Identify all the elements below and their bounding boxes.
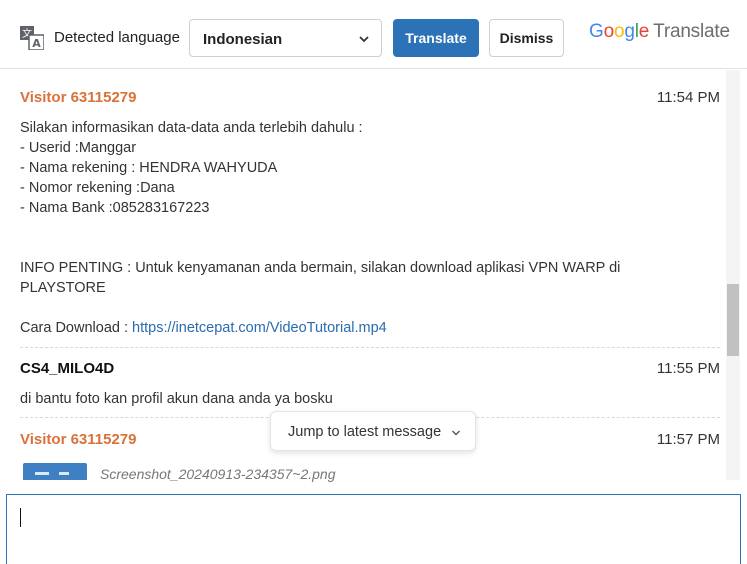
message-line: Silakan informasikan data-data anda terl… [20, 120, 363, 136]
language-select-value: Indonesian [203, 31, 283, 48]
message-line: - Nama rekening : HENDRA WAHYUDA [20, 160, 278, 176]
svg-text:A: A [32, 37, 41, 50]
message-time: 11:57 PM [656, 431, 720, 448]
attachment-thumbnail[interactable] [23, 463, 87, 480]
chat-scrollbar[interactable] [726, 70, 740, 480]
text-caret [20, 508, 21, 527]
message-line: PLAYSTORE [20, 280, 106, 296]
jump-to-latest-button[interactable]: Jump to latest message [270, 411, 476, 451]
message-line: - Nama Bank :085283167223 [20, 200, 210, 216]
chat-scrollbar-thumb[interactable] [727, 284, 739, 356]
chat-message: CS4_MILO4D 11:55 PM di bantu foto kan pr… [20, 348, 720, 418]
language-select[interactable]: Indonesian [189, 19, 382, 57]
message-line: Cara Download : https://inetcepat.com/Vi… [20, 320, 387, 336]
attachment-filename[interactable]: Screenshot_20240913-234357~2.png [100, 466, 335, 482]
translate-icon: 文 A [20, 26, 44, 50]
message-time: 11:54 PM [656, 89, 720, 106]
message-line: - Nomor rekening :Dana [20, 180, 175, 196]
jump-to-latest-label: Jump to latest message [288, 424, 442, 440]
chevron-down-icon [359, 36, 369, 43]
message-line: di bantu foto kan profil akun dana anda … [20, 391, 333, 407]
message-line: INFO PENTING : Untuk kenyamanan anda ber… [20, 260, 621, 276]
download-link[interactable]: https://inetcepat.com/VideoTutorial.mp4 [132, 320, 387, 336]
translate-button[interactable]: Translate [393, 19, 479, 57]
message-sender: Visitor 63115279 [20, 431, 137, 448]
message-composer-input[interactable] [6, 494, 741, 564]
dismiss-button[interactable]: Dismiss [489, 19, 564, 57]
google-translate-logo: Google Translate [589, 21, 730, 42]
detected-language-label: Detected language [54, 29, 180, 46]
message-time: 11:55 PM [656, 360, 720, 377]
chat-message: Visitor 63115279 11:54 PM Silakan inform… [20, 70, 720, 348]
translate-bar: 文 A Detected language Indonesian Transla… [0, 0, 747, 69]
chevron-down-icon [452, 430, 460, 436]
download-prefix: Cara Download : [20, 320, 133, 336]
message-sender: Visitor 63115279 [20, 89, 137, 106]
message-line: - Userid :Manggar [20, 140, 137, 156]
message-sender: CS4_MILO4D [20, 360, 115, 377]
